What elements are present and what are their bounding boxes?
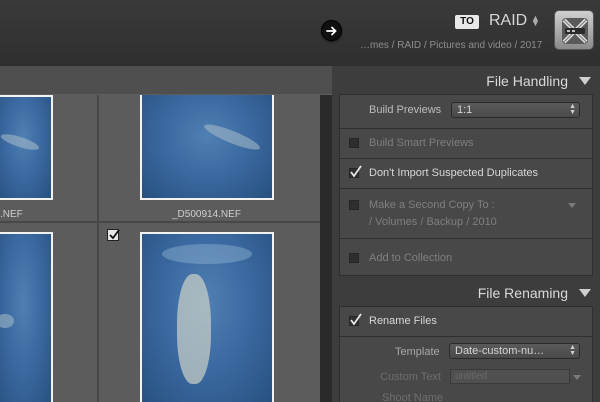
destination-path: …mes / RAID / Pictures and video / 2017 (360, 40, 543, 51)
grid-scrollbar[interactable] (320, 95, 332, 402)
file-handling-section (339, 94, 593, 276)
row-divider (339, 128, 593, 129)
template-value: Date-custom-nu… (455, 345, 545, 357)
second-copy-path: / Volumes / Backup / 2010 (369, 216, 497, 228)
template-select[interactable]: Date-custom-nu… ▲ ▼ (449, 343, 580, 359)
grid-toolbar (0, 66, 332, 95)
section-title: File Renaming (477, 285, 568, 301)
second-copy-label: Make a Second Copy To : (369, 199, 495, 211)
row-divider (339, 188, 593, 189)
destination-to-badge: TO (455, 15, 479, 29)
thumbnail-grid: .NEF _D500914.NEF (0, 95, 320, 402)
row-divider (339, 238, 593, 239)
row-divider (339, 336, 593, 337)
import-options-panel: File Handling Build Previews 1:1 ▲ ▼ Buil… (332, 66, 600, 402)
thumbnail-grid-panel: .NEF _D500914.NEF (0, 66, 332, 402)
build-previews-label: Build Previews (369, 104, 442, 116)
raid-drive-icon (554, 10, 594, 50)
dont-import-duplicates-checkbox[interactable] (349, 165, 362, 178)
build-smart-previews-label: Build Smart Previews (369, 137, 474, 149)
custom-text-label: Custom Text (380, 371, 441, 383)
include-checkbox[interactable] (107, 229, 120, 241)
grid-divider (0, 221, 320, 223)
build-previews-select[interactable]: 1:1 ▲ ▼ (451, 102, 580, 118)
second-copy-menu-icon[interactable] (568, 203, 576, 208)
custom-text-menu-icon[interactable] (573, 375, 581, 380)
build-smart-previews-checkbox[interactable] (349, 138, 359, 148)
shoot-name-label: Shoot Name (382, 392, 444, 402)
photo-thumbnail[interactable] (0, 95, 53, 200)
template-label: Template (395, 346, 440, 358)
grid-divider (97, 95, 99, 402)
arrow-right-icon[interactable] (321, 20, 342, 41)
file-handling-header[interactable]: File Handling (332, 68, 600, 94)
import-header: TO RAID ▲ ▼ …mes / RAID / Pictures and vi… (0, 0, 600, 66)
custom-text-placeholder: untitled (455, 371, 488, 382)
photo-thumbnail[interactable] (0, 232, 53, 402)
photo-thumbnail[interactable] (140, 232, 274, 402)
rename-files-label: Rename Files (369, 315, 437, 327)
thumbnail-filename: _D500914.NEF (172, 209, 241, 220)
thumbnail-filename: .NEF (0, 209, 23, 220)
custom-text-input[interactable]: untitled (450, 369, 570, 384)
collapse-triangle-icon[interactable] (579, 77, 591, 85)
build-previews-value: 1:1 (457, 104, 473, 116)
destination-name[interactable]: RAID (489, 12, 527, 30)
photo-thumbnail[interactable] (140, 95, 274, 200)
rename-files-checkbox[interactable] (349, 313, 362, 326)
row-divider (339, 158, 593, 159)
section-title: File Handling (486, 73, 568, 89)
file-renaming-header[interactable]: File Renaming (332, 280, 600, 306)
dont-import-duplicates-label: Don't Import Suspected Duplicates (369, 167, 539, 179)
chevron-updown-icon: ▲ ▼ (569, 103, 576, 116)
second-copy-checkbox[interactable] (349, 200, 359, 210)
add-to-collection-label: Add to Collection (369, 252, 453, 264)
chevron-updown-icon: ▲ ▼ (569, 344, 576, 357)
collapse-triangle-icon[interactable] (579, 289, 591, 297)
add-to-collection-checkbox[interactable] (349, 253, 359, 263)
destination-chevron-icon[interactable]: ▲ ▼ (531, 14, 540, 28)
